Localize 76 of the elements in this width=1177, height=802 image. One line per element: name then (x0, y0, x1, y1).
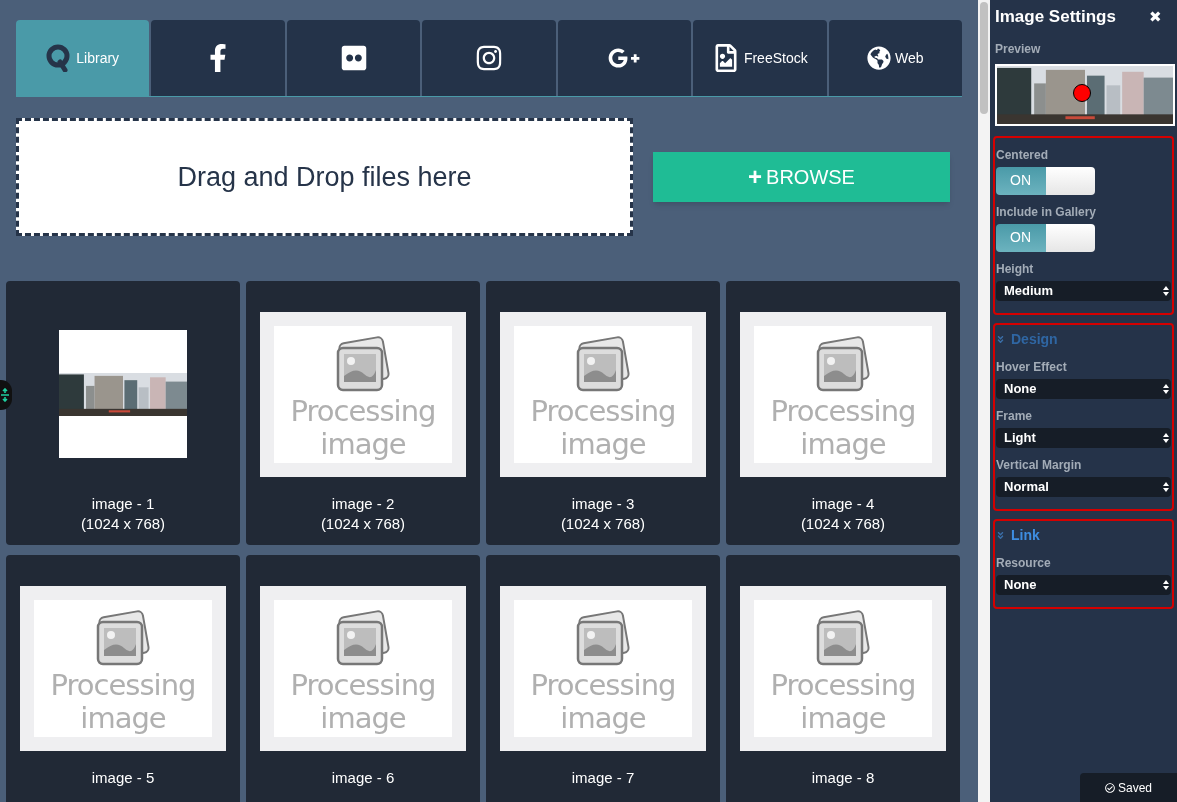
scrollbar[interactable] (978, 0, 990, 802)
photo-stack-icon (94, 610, 152, 668)
image-card[interactable]: Processing image image - 6 (246, 555, 480, 802)
image-size: (1024 x 768) (800, 514, 886, 534)
processing-text: image (560, 702, 646, 734)
image-card[interactable]: Processing image image - 3 (1024 x 768) (486, 281, 720, 545)
photo-stack-icon (814, 610, 872, 668)
image-card[interactable]: Processing image image - 7 (486, 555, 720, 802)
source-tab[interactable]: Web (828, 20, 962, 96)
photo-stack-icon (814, 336, 872, 394)
photo-stack-icon (334, 610, 392, 668)
processing-text: Processing (770, 394, 916, 428)
image-name: image - 5 (91, 768, 155, 788)
dropdown-select[interactable]: None (996, 574, 1171, 595)
field-label: Hover Effect (996, 358, 1068, 376)
double-chevron-icon (996, 530, 1005, 540)
updown-arrows-icon (1163, 382, 1169, 395)
processing-text: Processing (530, 668, 676, 702)
image-size: (1024 x 768) (320, 514, 406, 534)
processing-text: image (320, 428, 406, 460)
image-size: (1024 x 768) (560, 514, 646, 534)
processing-text: image (320, 702, 406, 734)
image-name: image - 3 (571, 494, 635, 514)
photo-stack-icon (574, 610, 632, 668)
flickr-icon (339, 44, 368, 72)
processing-text: Processing (290, 394, 436, 428)
drop-zone[interactable]: Drag and Drop files here (16, 118, 633, 236)
image-card[interactable]: Processing image image - 8 (726, 555, 960, 802)
preview-label: Preview (995, 40, 1042, 58)
dropdown-select[interactable]: Normal (996, 476, 1171, 497)
updown-arrows-icon (1163, 480, 1169, 493)
field-label: Centered (996, 146, 1049, 164)
photo-stack-icon (334, 336, 392, 394)
processing-text: Processing (770, 668, 916, 702)
dropdown-select[interactable]: Light (996, 427, 1171, 448)
processing-text: Processing (530, 394, 676, 428)
image-name: image - 7 (571, 768, 635, 788)
processing-text: image (800, 428, 886, 460)
field-label: Vertical Margin (996, 456, 1083, 474)
field-label: Height (996, 260, 1035, 278)
photo-stack-icon (574, 336, 632, 394)
source-tab[interactable]: FreeStock (693, 20, 827, 96)
image-card[interactable]: image - 1 (1024 x 768) (6, 281, 240, 545)
processing-text: Processing (50, 668, 196, 702)
panel-title: Image Settings (995, 6, 1116, 28)
dropdown-select[interactable]: Medium (996, 280, 1171, 301)
processing-text: image (800, 702, 886, 734)
source-tab[interactable] (422, 20, 556, 96)
resize-arrows-icon (1, 388, 9, 402)
processing-text: Processing (290, 668, 436, 702)
globe-icon (866, 46, 891, 70)
field-label: Include in Gallery (996, 203, 1098, 221)
processing-text: image (80, 702, 166, 734)
image-name: image - 4 (811, 494, 875, 514)
image-card[interactable]: Processing image image - 2 (1024 x 768) (246, 281, 480, 545)
dropdown-select[interactable]: None (996, 378, 1171, 399)
updown-arrows-icon (1163, 431, 1169, 444)
field-label: Frame (996, 407, 1034, 425)
saved-status-button[interactable]: Saved (1080, 773, 1177, 802)
image-card[interactable]: Processing image image - 4 (1024 x 768) (726, 281, 960, 545)
updown-arrows-icon (1163, 578, 1169, 591)
image-card[interactable]: Processing image image - 5 (6, 555, 240, 802)
instagram-icon (474, 44, 503, 72)
image-size: (1024 x 768) (80, 514, 166, 534)
image-name: image - 2 (331, 494, 395, 514)
updown-arrows-icon (1163, 284, 1169, 297)
source-tab[interactable] (286, 20, 421, 96)
section-heading[interactable]: Link (1011, 524, 1040, 546)
image-name: image - 8 (811, 768, 875, 788)
processing-text: image (560, 428, 646, 460)
double-chevron-icon (996, 334, 1005, 344)
field-label: Resource (996, 554, 1052, 572)
close-button[interactable]: ✖ (1149, 5, 1162, 28)
image-name: image - 1 (91, 494, 155, 514)
image-name: image - 6 (331, 768, 395, 788)
drop-zone-text: Drag and Drop files here (177, 160, 472, 194)
